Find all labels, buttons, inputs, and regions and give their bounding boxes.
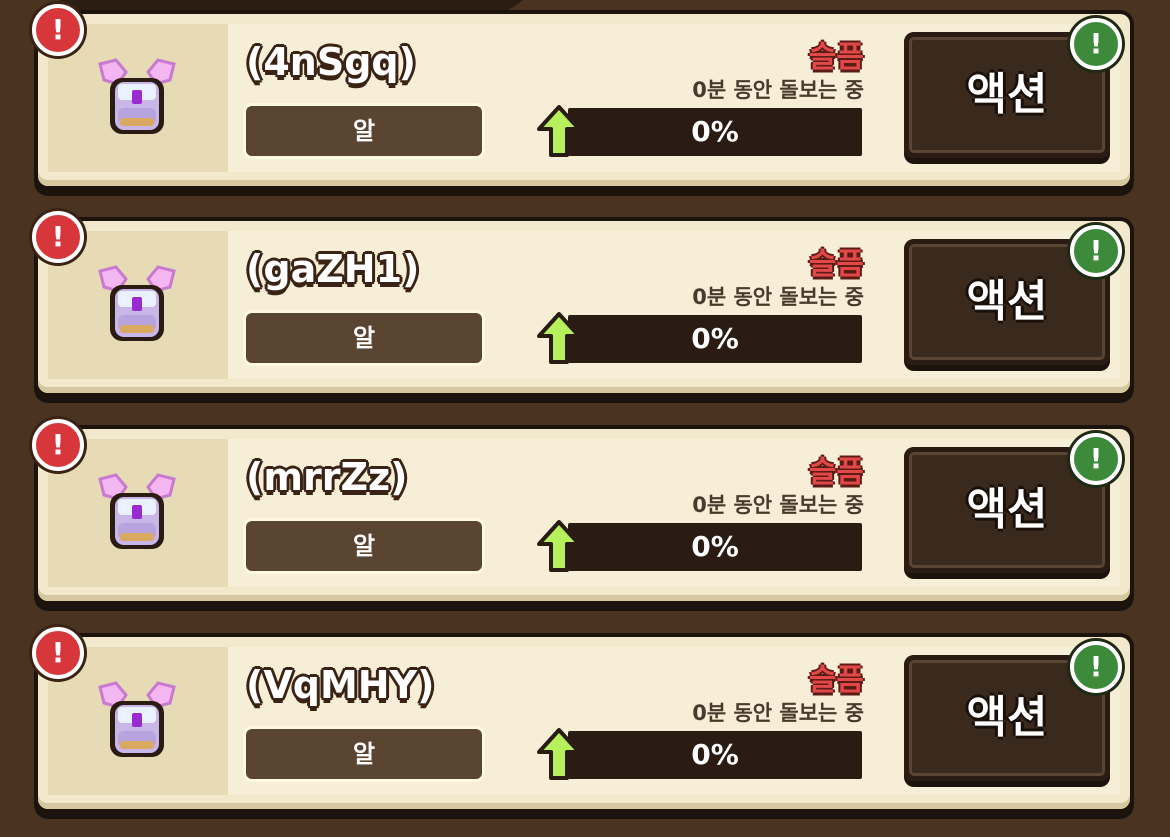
pet-egg-icon bbox=[98, 265, 176, 341]
pet-card: ! (VqMHY) 알 슬픔 0분 동안 돌보는 중 0% 액션 ! bbox=[32, 627, 1134, 819]
pet-egg-icon bbox=[98, 58, 176, 134]
progress-text: 0% bbox=[691, 115, 739, 148]
ok-icon[interactable]: ! bbox=[1070, 641, 1122, 693]
alert-icon[interactable]: ! bbox=[32, 4, 84, 56]
mood-status: 슬픔 bbox=[808, 663, 864, 698]
care-duration: 0분 동안 돌보는 중 bbox=[692, 78, 864, 102]
pet-type-label: 알 bbox=[246, 729, 482, 779]
growth-progress-bar: 0% bbox=[568, 315, 862, 363]
pet-name: (VqMHY) bbox=[246, 663, 435, 707]
pet-card: ! (mrrZz) 알 슬픔 0분 동안 돌보는 중 0% 액션 ! bbox=[32, 419, 1134, 611]
care-duration: 0분 동안 돌보는 중 bbox=[692, 701, 864, 725]
mood-status: 슬픔 bbox=[808, 40, 864, 75]
ok-icon[interactable]: ! bbox=[1070, 433, 1122, 485]
growth-progress-bar: 0% bbox=[568, 108, 862, 156]
pet-name: (mrrZz) bbox=[246, 455, 408, 499]
alert-icon[interactable]: ! bbox=[32, 211, 84, 263]
pet-name: (4nSgq) bbox=[246, 40, 416, 84]
pet-card: ! (4nSgq) 알 슬픔 0분 동안 돌보는 중 0% 액션 ! bbox=[32, 4, 1134, 196]
up-arrow-icon bbox=[537, 105, 581, 157]
pet-egg-icon bbox=[98, 681, 176, 757]
growth-progress-bar: 0% bbox=[568, 731, 862, 779]
up-arrow-icon bbox=[537, 520, 581, 572]
progress-text: 0% bbox=[691, 322, 739, 355]
alert-icon[interactable]: ! bbox=[32, 419, 84, 471]
care-duration: 0분 동안 돌보는 중 bbox=[692, 493, 864, 517]
pet-card: ! (gaZH1) 알 슬픔 0분 동안 돌보는 중 0% 액션 ! bbox=[32, 211, 1134, 403]
up-arrow-icon bbox=[537, 312, 581, 364]
mood-status: 슬픔 bbox=[808, 247, 864, 282]
progress-text: 0% bbox=[691, 530, 739, 563]
alert-icon[interactable]: ! bbox=[32, 627, 84, 679]
pet-type-label: 알 bbox=[246, 106, 482, 156]
pet-type-label: 알 bbox=[246, 313, 482, 363]
up-arrow-icon bbox=[537, 728, 581, 780]
progress-text: 0% bbox=[691, 738, 739, 771]
ok-icon[interactable]: ! bbox=[1070, 18, 1122, 70]
care-duration: 0분 동안 돌보는 중 bbox=[692, 285, 864, 309]
pet-type-label: 알 bbox=[246, 521, 482, 571]
growth-progress-bar: 0% bbox=[568, 523, 862, 571]
ok-icon[interactable]: ! bbox=[1070, 225, 1122, 277]
pet-egg-icon bbox=[98, 473, 176, 549]
mood-status: 슬픔 bbox=[808, 455, 864, 490]
pet-name: (gaZH1) bbox=[246, 247, 420, 291]
